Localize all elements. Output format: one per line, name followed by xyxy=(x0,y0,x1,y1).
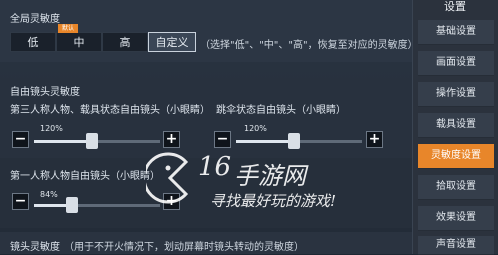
sidebar-item-basic[interactable]: 基础设置 xyxy=(418,20,494,45)
tpp-increase-button[interactable]: + xyxy=(163,131,180,148)
parachute-increase-button[interactable]: + xyxy=(366,131,383,148)
preset-high-button[interactable]: 高 xyxy=(102,32,148,52)
default-badge: 默认 xyxy=(58,24,78,33)
sidebar-item-vehicle[interactable]: 载具设置 xyxy=(418,113,494,138)
watermark-logo-icon xyxy=(146,152,189,204)
sidebar-item-pickup[interactable]: 拾取设置 xyxy=(418,175,494,200)
preset-mid-button[interactable]: 中 xyxy=(56,32,102,52)
fpp-free-camera-label: 第一人称人物自由镜头（小眼睛） xyxy=(10,171,160,182)
watermark-slogan: 寻找最好玩的游戏! xyxy=(210,192,337,210)
fpp-slider-thumb[interactable] xyxy=(66,197,78,213)
global-sensitivity-note: （选择"低"、"中"、"高"，恢复至对应的灵敏度） xyxy=(200,40,418,51)
sensitivity-preset-group: 低 中 高 自定义 xyxy=(10,32,196,52)
sidebar-item-graphics[interactable]: 画面设置 xyxy=(418,51,494,76)
tpp-decrease-button[interactable]: − xyxy=(12,131,29,148)
free-camera-title: 自由镜头灵敏度 xyxy=(10,87,80,98)
fpp-value: 84% xyxy=(40,190,58,199)
parachute-slider-thumb[interactable] xyxy=(288,133,300,149)
parachute-value: 120% xyxy=(244,124,267,133)
tpp-free-camera-label: 第三人称人物、载具状态自由镜头（小眼睛） xyxy=(10,105,210,116)
parachute-slider-fill xyxy=(236,140,292,143)
preset-custom-button[interactable]: 自定义 xyxy=(148,32,196,52)
sidebar-item-effects[interactable]: 效果设置 xyxy=(418,206,494,231)
camera-sensitivity-note: （用于不开火情况下，划动屏幕时镜头转动的灵敏度） xyxy=(64,242,304,253)
camera-sensitivity-title: 镜头灵敏度 xyxy=(10,242,60,253)
parachute-decrease-button[interactable]: − xyxy=(214,131,231,148)
fpp-decrease-button[interactable]: − xyxy=(12,193,29,210)
watermark-number: 16 xyxy=(198,152,232,182)
sidebar-item-sound[interactable]: 声音设置 xyxy=(418,236,494,255)
parachute-free-camera-label: 跳伞状态自由镜头（小眼睛） xyxy=(216,105,346,116)
sidebar-title: 设置 xyxy=(444,0,466,13)
watermark-brand: 手游网 xyxy=(234,162,306,190)
global-sensitivity-title: 全局灵敏度 xyxy=(10,14,60,25)
sidebar-item-controls[interactable]: 操作设置 xyxy=(418,82,494,107)
tpp-slider-fill xyxy=(34,140,90,143)
tpp-slider-thumb[interactable] xyxy=(86,133,98,149)
preset-low-button[interactable]: 低 xyxy=(10,32,56,52)
sidebar-item-sensitivity[interactable]: 灵敏度设置 xyxy=(418,144,494,169)
tpp-value: 120% xyxy=(40,124,63,133)
